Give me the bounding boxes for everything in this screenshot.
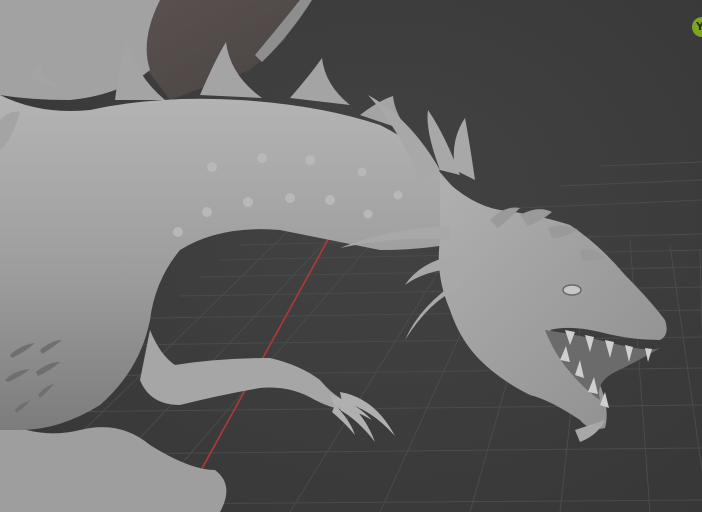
viewport-scene[interactable] <box>0 0 702 512</box>
dragon-head <box>438 175 667 429</box>
front-claws <box>330 392 395 442</box>
dragon-hind-leg <box>0 420 227 512</box>
dragon-eye <box>562 284 582 296</box>
3d-viewport[interactable]: Y <box>0 0 702 512</box>
